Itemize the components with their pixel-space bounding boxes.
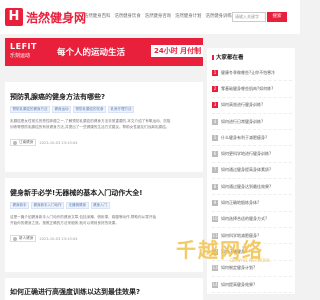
main-nav: 浩然健身百科 浩然健身饮食 浩然健身咨询 浩然健身计划 浩然健身训练方案 xyxy=(84,13,241,19)
search-input[interactable]: 请输入关键字 xyxy=(232,12,266,22)
sidebar-item[interactable]: 7 如何通过健身提高身体素质? xyxy=(212,163,292,180)
rank-badge: 6 xyxy=(212,151,218,158)
avatar xyxy=(13,140,17,145)
article-title[interactable]: 预防乳腺癌的健身方法有哪些? xyxy=(10,92,105,102)
article-summary: 这是一篇介绍健身新手入门动作的健身文章,包括深蹲、俯卧撑、卷腹等动作,帮助你从零… xyxy=(10,215,196,226)
sidebar-item[interactable]: 3 如何高效进行健身训练? xyxy=(212,98,292,114)
sidebar-item-label: 什么健身有利于减肥瘦身? xyxy=(221,134,268,140)
article-summary-line: 开始你的健身之旅。按照正确的方法来锻炼,就可以得到良好的效果。 xyxy=(10,220,119,225)
author-chip[interactable]: 江南健身 xyxy=(10,139,37,146)
rank-badge: 3 xyxy=(212,102,218,109)
logo-mark-icon: H xyxy=(5,8,23,26)
article-meta: 江南健身 2023-10-03 23:10:04 xyxy=(10,139,78,146)
article-summary-line: 乳腺癌是女性常见的恶性肿瘤之一,了解预防乳腺癌的健身方法非常重要的,本文介绍了有… xyxy=(10,119,171,123)
sidebar-item[interactable]: 9 如何正确地锻炼身体? xyxy=(212,195,292,212)
article-meta: 新人健身 2023-10-03 23:10:04 xyxy=(10,235,78,242)
rank-badge: 5 xyxy=(212,134,218,141)
sidebar-item[interactable]: 13 如何制定健身计划? xyxy=(212,261,292,277)
page: H 浩然健身网 浩然健身百科 浩然健身饮食 浩然健身咨询 浩然健身计划 浩然健身… xyxy=(0,0,300,300)
author-name: 新人健身 xyxy=(19,236,34,240)
rank-badge: 4 xyxy=(212,118,218,125)
tag[interactable]: 健身新手入门动作 xyxy=(31,202,64,209)
nav-item-diet[interactable]: 浩然健身饮食 xyxy=(114,13,140,19)
watermark-sub: QIANYUE NETWORK xyxy=(230,258,270,263)
nav-item-wiki[interactable]: 浩然健身百科 xyxy=(84,13,110,19)
article-tags: 预防乳腺癌的健身方法 健身运动 预防乳腺癌的饮食 乳房疗理方法 xyxy=(10,106,134,113)
tag[interactable]: 健身入门 xyxy=(90,202,110,209)
article-title[interactable]: 如何正确进行高强度训练以达到最佳效果? xyxy=(10,287,140,297)
author-chip[interactable]: 新人健身 xyxy=(10,235,37,242)
sidebar-item[interactable]: 8 如何通过健身达到最佳效果? xyxy=(212,179,292,196)
sidebar-title: 大家都在看 xyxy=(212,53,244,61)
article-card: 预防乳腺癌的健身方法有哪些? 预防乳腺癌的健身方法 健身运动 预防乳腺癌的饮食 … xyxy=(5,82,203,172)
banner-badge: 24小时 月付制 xyxy=(151,45,203,57)
sidebar-item[interactable]: 10 如何选择合适的健身方式? xyxy=(212,212,292,228)
nav-item-news[interactable]: 浩然健身咨询 xyxy=(145,13,171,19)
tag[interactable]: 预防乳腺癌的饮食 xyxy=(73,106,106,113)
rank-badge: 8 xyxy=(212,183,218,190)
ad-banner[interactable]: LEFIT 乐刻运动 每个人的运动生活 24小时 月付制 xyxy=(5,38,203,66)
tag[interactable]: 健身新手 xyxy=(10,202,29,209)
article-card: 健身新手必学!无器械的基本入门动作大全! 健身新手 健身新手入门动作 无器械健身… xyxy=(5,178,203,272)
sidebar-item[interactable]: 4 如何进行日常健身训练? xyxy=(212,114,292,131)
rank-badge: 13 xyxy=(212,265,218,272)
rank-badge: 9 xyxy=(212,200,218,207)
sidebar-item[interactable]: 6 如何更科学地进行健身训练? xyxy=(212,146,292,163)
sidebar-item-label: 如何制定健身计划? xyxy=(221,265,256,271)
rank-badge: 7 xyxy=(212,167,218,174)
tag[interactable]: 健身运动 xyxy=(52,106,71,113)
rank-badge: 2 xyxy=(212,85,218,92)
sidebar-item-label: 健康冬季做哪些?让你不怕寒冷 xyxy=(221,69,276,75)
article-card: 如何正确进行高强度训练以达到最佳效果? xyxy=(5,278,203,300)
banner-brand-name: LEFIT xyxy=(10,42,37,51)
banner-slogan: 每个人的运动生活 xyxy=(57,48,126,58)
site-header: H 浩然健身网 浩然健身百科 浩然健身饮食 浩然健身咨询 浩然健身计划 浩然健身… xyxy=(0,0,300,34)
sidebar-item[interactable]: 5 什么健身有利于减肥瘦身? xyxy=(212,130,292,147)
article-summary: 乳腺癌是女性常见的恶性肿瘤之一,了解预防乳腺癌的健身方法非常重要的,本文介绍了有… xyxy=(10,119,196,130)
article-title[interactable]: 健身新手必学!无器械的基本入门动作大全! xyxy=(10,188,142,198)
sidebar-item-label: 零基础健身哪些肌肉?如何练? xyxy=(221,85,274,91)
sidebar-item[interactable]: 1 健康冬季做哪些?让你不怕寒冷 xyxy=(212,65,292,82)
sidebar-item-label: 如何正确地锻炼身体? xyxy=(221,200,260,206)
sidebar-item-label: 如何更科学地进行健身训练? xyxy=(221,151,272,157)
article-tags: 健身新手 健身新手入门动作 无器械健身 健身入门 xyxy=(10,202,110,209)
tag[interactable]: 无器械健身 xyxy=(66,202,89,209)
tag[interactable]: 预防乳腺癌的健身方法 xyxy=(10,106,50,113)
logo-text: 浩然健身网 xyxy=(26,10,87,25)
avatar xyxy=(13,236,17,241)
author-name: 江南健身 xyxy=(19,140,34,144)
rank-badge: 1 xyxy=(212,69,218,76)
sidebar-item-label: 如何选择合适的健身方式? xyxy=(221,216,268,222)
banner-brand-sub: 乐刻运动 xyxy=(10,53,31,59)
sidebar-item[interactable]: 2 零基础健身哪些肌肉?如何练? xyxy=(212,81,292,98)
rank-badge: 10 xyxy=(212,216,218,223)
sidebar-item[interactable]: 14 如何提高健身效果? xyxy=(212,277,292,294)
article-date: 2023-10-03 23:10:04 xyxy=(39,140,78,145)
site-logo[interactable]: H 浩然健身网 xyxy=(5,8,86,26)
tag[interactable]: 乳房疗理方法 xyxy=(108,106,134,113)
sidebar-item-label: 如何通过健身达到最佳效果? xyxy=(221,183,272,189)
rank-badge: 14 xyxy=(212,281,218,288)
search-button[interactable]: 搜索 xyxy=(267,12,287,22)
sidebar-item-label: 如何通过健身提高身体素质? xyxy=(221,167,272,173)
nav-item-plan[interactable]: 浩然健身计划 xyxy=(175,13,201,19)
sidebar-item-label: 如何提高健身效果? xyxy=(221,281,256,287)
article-date: 2023-10-03 23:10:04 xyxy=(39,236,78,241)
article-summary-line: 训练等预防乳腺癌的有效健身方法,并提出了一些健康的生活方式建议。帮助女性朋友们远… xyxy=(10,124,170,129)
sidebar-item-label: 如何高效进行健身训练? xyxy=(221,102,264,108)
sidebar-item-label: 如何进行日常健身训练? xyxy=(221,118,264,124)
banner-brand: LEFIT 乐刻运动 xyxy=(10,42,37,59)
